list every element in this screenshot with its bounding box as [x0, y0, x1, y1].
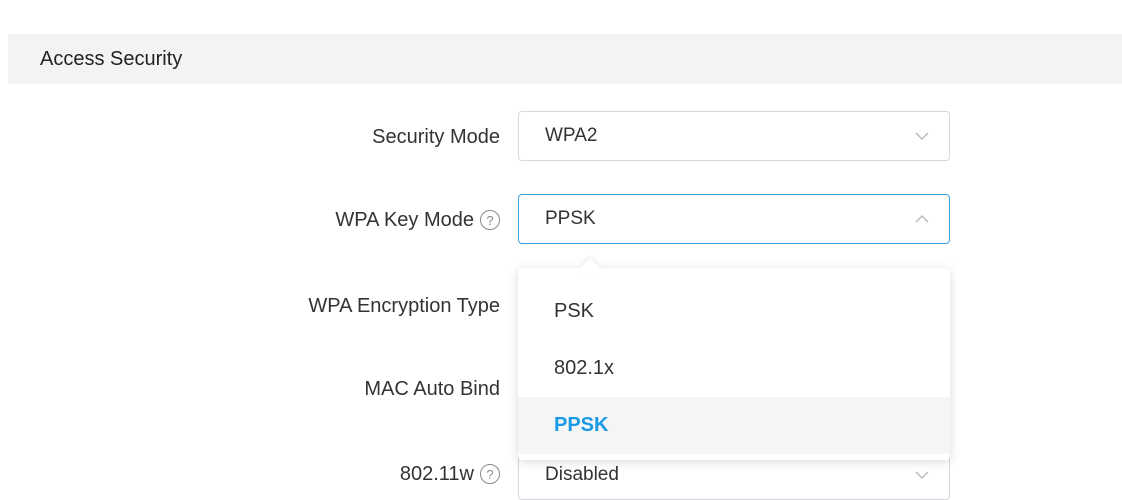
wpa-encryption-type-label: WPA Encryption Type: [308, 292, 500, 320]
help-circle-icon[interactable]: ?: [480, 210, 500, 230]
wpa-key-mode-select[interactable]: PPSK: [518, 194, 950, 244]
chevron-down-icon: [915, 471, 929, 480]
dropdown-option-label: PPSK: [554, 414, 609, 436]
wpa-key-mode-value: PPSK: [545, 208, 596, 229]
dot11w-value: Disabled: [545, 464, 619, 485]
dropdown-option-label: PSK: [554, 300, 595, 322]
dot11w-label-text: 802.11w: [399, 462, 474, 485]
dropdown-option-ppsk[interactable]: PPSK: [518, 397, 950, 454]
dropdown-option-8021x[interactable]: 802.1x: [518, 340, 950, 397]
help-circle-icon[interactable]: ?: [480, 464, 500, 484]
dot11w-label: 802.11w ?: [400, 460, 500, 488]
security-mode-label-text: Security Mode: [372, 125, 500, 148]
wpa-key-mode-label: WPA Key Mode ?: [335, 206, 500, 234]
mac-auto-bind-label: MAC Auto Bind: [364, 375, 500, 403]
chevron-down-icon: [915, 132, 929, 141]
wpa-key-mode-dropdown: PSK 802.1x PPSK: [518, 258, 950, 460]
security-mode-label: Security Mode: [372, 123, 500, 151]
wpa-key-mode-label-text: WPA Key Mode: [335, 208, 474, 231]
mac-auto-bind-label-text: MAC Auto Bind: [364, 377, 500, 400]
dropdown-option-psk[interactable]: PSK: [518, 283, 950, 340]
wpa-encryption-type-label-text: WPA Encryption Type: [308, 294, 500, 317]
security-mode-value: WPA2: [545, 125, 598, 146]
dropdown-pointer: [580, 258, 600, 278]
dropdown-option-label: 802.1x: [554, 357, 615, 379]
section-title: Access Security: [40, 47, 183, 70]
chevron-up-icon: [915, 214, 929, 223]
security-mode-select[interactable]: WPA2: [518, 111, 950, 161]
section-header: Access Security: [8, 34, 1122, 84]
